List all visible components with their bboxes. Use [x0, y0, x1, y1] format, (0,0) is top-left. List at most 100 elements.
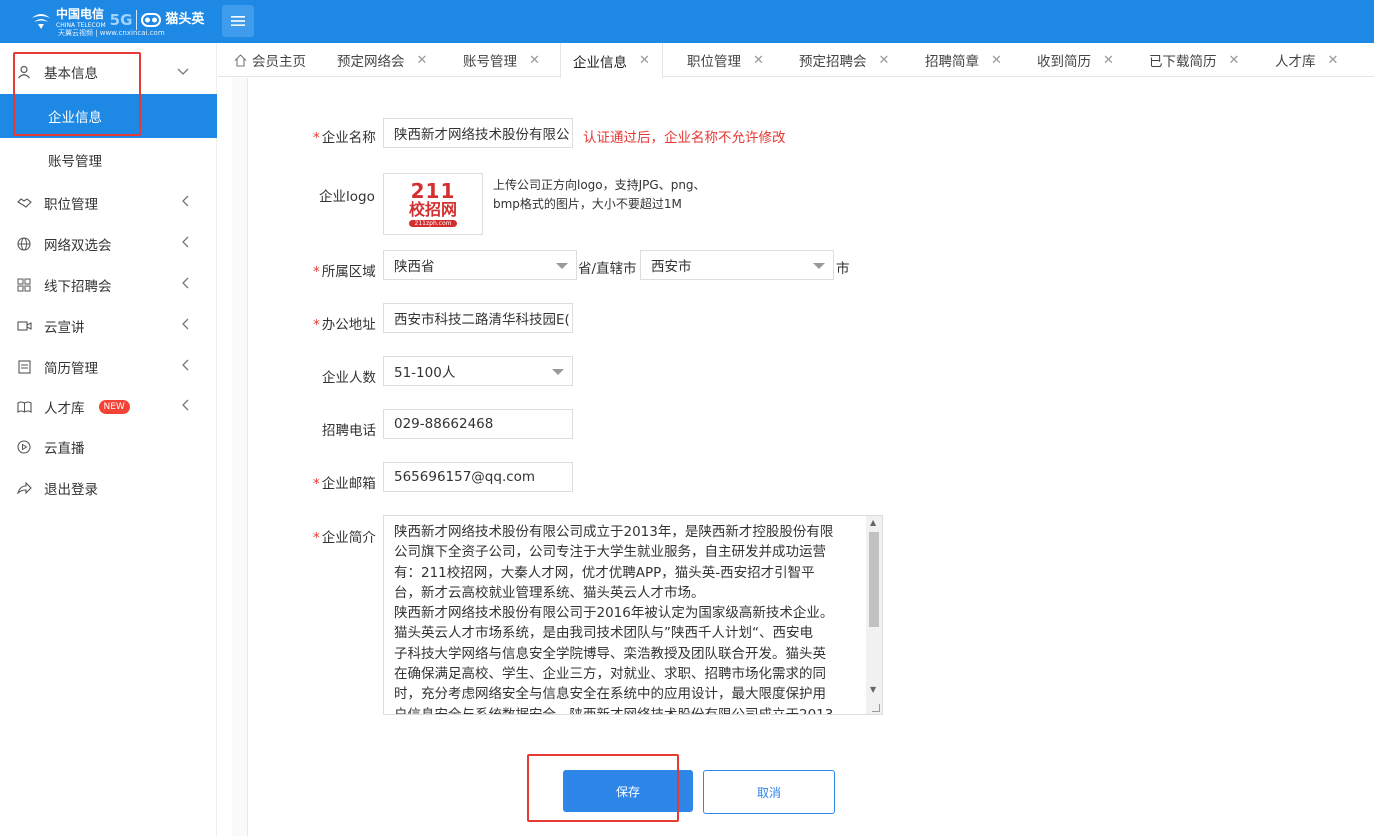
sidebar-item-label: 人才库	[44, 401, 85, 417]
close-icon[interactable]: ✕	[1103, 53, 1114, 68]
sidebar-item-label: 退出登录	[44, 482, 98, 498]
close-icon[interactable]: ✕	[639, 53, 650, 68]
sidebar-item-offline-fair[interactable]: 线下招聘会	[0, 265, 217, 305]
company-size-select[interactable]: 51-100人	[383, 356, 573, 386]
tab-label: 人才库	[1275, 54, 1316, 70]
logo-label: 企业logo	[319, 189, 375, 205]
logo-image-number: 211	[410, 179, 456, 203]
sidebar-item-label: 基本信息	[44, 66, 98, 82]
phone-input[interactable]: 029-88662468	[383, 409, 573, 439]
save-button[interactable]: 保存	[563, 770, 693, 812]
sidebar-item-resume-management[interactable]: 简历管理	[0, 347, 217, 387]
tab-bar: 会员主页 预定网络会 ✕ 账号管理 ✕ 企业信息 ✕ 职位管理 ✕ 预定招聘会 ✕ 招聘简…	[218, 43, 1374, 78]
email-input[interactable]: 565696157@qq.com	[383, 462, 573, 492]
5g-label: 5G	[109, 11, 133, 29]
sidebar-item-basic-info[interactable]: 基本信息	[0, 52, 217, 92]
logo-upload-hint: 上传公司正方向logo，支持JPG、png、 bmp格式的图片，大小不要超过1M	[493, 176, 733, 214]
chevron-left-icon	[181, 236, 189, 252]
chevron-down-icon	[177, 64, 189, 80]
sidebar-item-talent-pool[interactable]: 人才库 NEW	[0, 387, 217, 427]
address-label: * 办公地址	[313, 317, 376, 333]
sidebar-item-cloud-live[interactable]: 云直播	[0, 427, 217, 467]
menu-toggle-button[interactable]	[222, 5, 254, 37]
resize-handle-icon[interactable]	[872, 704, 880, 712]
address-input[interactable]: 西安市科技二路清华科技园E(	[383, 303, 573, 333]
new-badge: NEW	[98, 400, 130, 414]
logo-upload-box[interactable]: 211 校招网 211zph.com	[383, 173, 483, 235]
brand-name: 猫头英	[165, 12, 205, 27]
sidebar-item-label: 职位管理	[44, 197, 98, 213]
region-label: * 所属区域	[313, 264, 376, 280]
company-intro-textarea[interactable]: 陕西新才网络技术股份有限公司成立于2013年，是陕西新才控股股份有限 公司旗下全…	[383, 515, 883, 715]
scroll-down-icon[interactable]: ▼	[870, 685, 876, 694]
sidebar-item-label: 云直播	[44, 441, 85, 457]
close-icon[interactable]: ✕	[879, 53, 890, 68]
sidebar-item-cloud-presentation[interactable]: 云宣讲	[0, 306, 217, 346]
scrollbar-thumb[interactable]	[869, 532, 879, 627]
china-telecom-icon	[32, 14, 50, 29]
close-icon[interactable]: ✕	[529, 53, 540, 68]
close-icon[interactable]: ✕	[1328, 53, 1339, 68]
sidebar-item-logout[interactable]: 退出登录	[0, 468, 217, 508]
company-name-hint: 认证通过后，企业名称不允许修改	[583, 130, 786, 146]
user-icon	[16, 64, 32, 80]
play-icon	[16, 439, 32, 455]
logo-hint-line: 上传公司正方向logo，支持JPG、png、	[493, 178, 706, 192]
chevron-left-icon	[181, 195, 189, 211]
sidebar-subitem-company-info[interactable]: 企业信息	[0, 94, 217, 138]
tab-member-home[interactable]: 会员主页	[222, 43, 318, 77]
logo-hint-line: bmp格式的图片，大小不要超过1M	[493, 197, 682, 211]
hamburger-icon	[231, 16, 245, 26]
company-name-input[interactable]: 陕西新才网络技术股份有限公	[383, 118, 573, 148]
owl-icon	[141, 13, 162, 27]
tab-received-resumes[interactable]: 收到简历 ✕	[1025, 43, 1126, 77]
dropdown-caret-icon	[813, 263, 825, 269]
email-label: * 企业邮箱	[313, 476, 376, 492]
tab-label: 招聘简章	[925, 54, 979, 70]
tab-company-info[interactable]: 企业信息 ✕	[560, 43, 663, 78]
tab-label: 预定招聘会	[799, 54, 867, 70]
dropdown-caret-icon	[556, 263, 568, 269]
dropdown-caret-icon	[552, 369, 564, 375]
tab-recruitment-brochure[interactable]: 招聘简章 ✕	[913, 43, 1014, 77]
tab-label: 收到简历	[1037, 54, 1091, 70]
book-icon	[16, 399, 32, 415]
home-icon	[234, 53, 247, 67]
tab-job-management[interactable]: 职位管理 ✕	[675, 43, 776, 77]
province-value: 陕西省	[394, 259, 435, 275]
company-name-label: * 企业名称	[313, 130, 376, 146]
tab-label: 账号管理	[463, 54, 517, 70]
chevron-left-icon	[181, 277, 189, 293]
sidebar-item-job-management[interactable]: 职位管理	[0, 183, 217, 223]
brand-url: 天翼云视频 | www.cnxincai.com	[58, 29, 165, 37]
company-logo-image: 211 校招网 211zph.com	[388, 178, 478, 230]
city-value: 西安市	[651, 259, 692, 275]
tab-book-online-fair[interactable]: 预定网络会 ✕	[325, 43, 439, 77]
tab-downloaded-resumes[interactable]: 已下载简历 ✕	[1137, 43, 1251, 77]
close-icon[interactable]: ✕	[753, 53, 764, 68]
tab-talent-pool[interactable]: 人才库 ✕	[1263, 43, 1350, 77]
city-select[interactable]: 西安市	[640, 250, 834, 280]
textarea-scrollbar[interactable]: ▲ ▼	[866, 516, 882, 714]
city-suffix: 市	[836, 261, 850, 277]
scroll-up-icon[interactable]: ▲	[870, 518, 876, 527]
sidebar: 基本信息 企业信息 账号管理 职位管理 网络双选会 线下招聘会 云宣讲 简历管理…	[0, 43, 217, 836]
brand-logo[interactable]: 中国电信 CHINA TELECOM 5G 猫头英 天翼云视频 | www.cnx…	[30, 4, 205, 37]
content-left-border	[232, 78, 248, 836]
handshake-icon	[16, 195, 32, 211]
province-select[interactable]: 陕西省	[383, 250, 577, 280]
sidebar-item-label: 简历管理	[44, 361, 98, 377]
sidebar-subitem-account-management[interactable]: 账号管理	[0, 138, 217, 182]
tab-book-job-fair[interactable]: 预定招聘会 ✕	[787, 43, 901, 77]
close-icon[interactable]: ✕	[1229, 53, 1240, 68]
company-size-label: 企业人数	[322, 370, 376, 386]
company-intro-text: 陕西新才网络技术股份有限公司成立于2013年，是陕西新才控股股份有限 公司旗下全…	[394, 524, 834, 715]
sidebar-item-online-fair[interactable]: 网络双选会	[0, 224, 217, 264]
tab-account-management[interactable]: 账号管理 ✕	[451, 43, 552, 77]
close-icon[interactable]: ✕	[991, 53, 1002, 68]
tab-label: 已下载简历	[1149, 54, 1217, 70]
cancel-button[interactable]: 取消	[703, 770, 835, 814]
close-icon[interactable]: ✕	[417, 53, 428, 68]
sidebar-item-label: 线下招聘会	[44, 279, 112, 295]
tab-label: 会员主页	[252, 54, 306, 70]
